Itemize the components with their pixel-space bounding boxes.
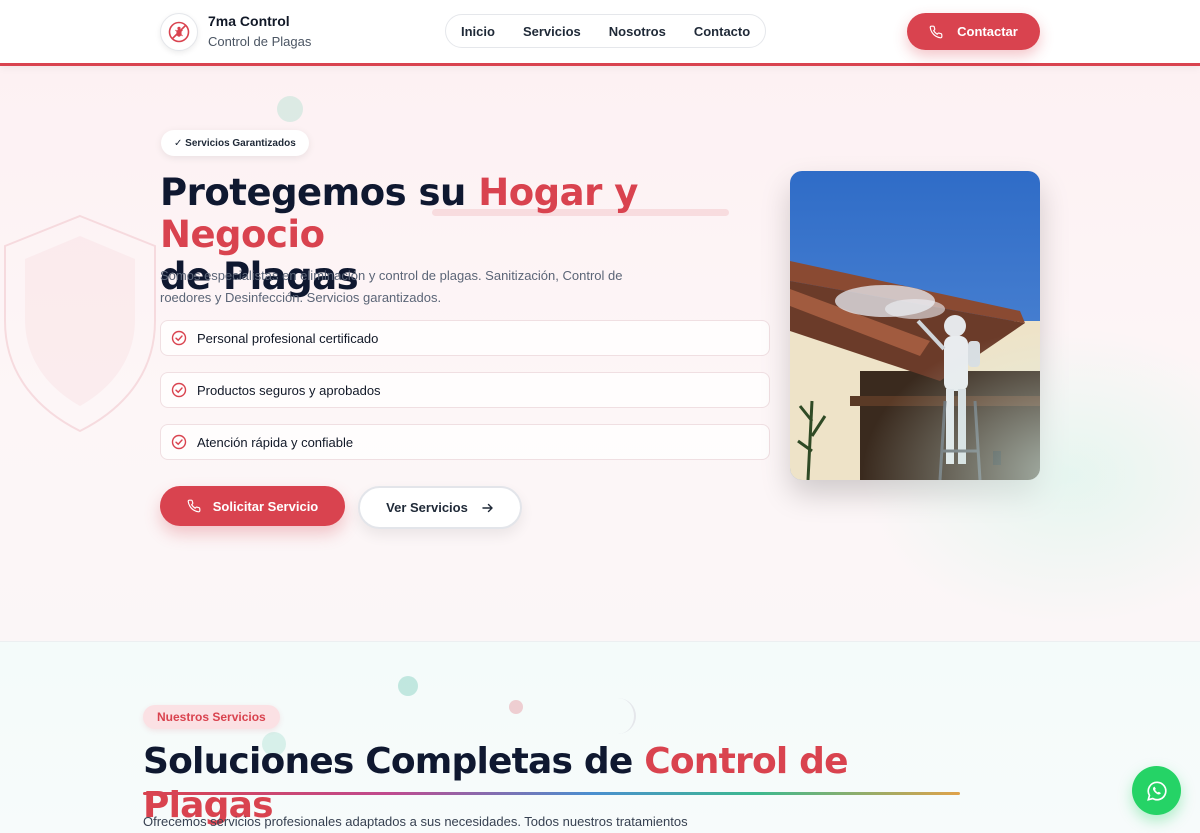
decorative-dot <box>509 700 523 714</box>
contact-button[interactable]: Contactar <box>907 13 1040 50</box>
phone-icon <box>187 499 201 513</box>
decorative-dot <box>277 96 303 122</box>
phone-icon <box>929 25 943 39</box>
view-services-label: Ver Servicios <box>386 500 468 515</box>
nav-link-servicios[interactable]: Servicios <box>523 24 581 39</box>
hero-description: Somos especialistas en eliminación y con… <box>160 268 623 305</box>
brand-title: 7ma Control <box>208 13 290 29</box>
check-circle-icon <box>171 330 187 346</box>
nav-link-inicio[interactable]: Inicio <box>461 24 495 39</box>
contact-button-label: Contactar <box>957 24 1018 39</box>
whatsapp-icon <box>1146 780 1167 801</box>
check-circle-icon <box>171 434 187 450</box>
request-service-label: Solicitar Servicio <box>212 498 319 514</box>
feature-label: Atención rápida y confiable <box>197 434 354 450</box>
nav-link-nosotros[interactable]: Nosotros <box>609 24 666 39</box>
arrow-right-icon <box>482 502 494 514</box>
request-service-button[interactable]: Solicitar Servicio <box>160 486 345 526</box>
whatsapp-button[interactable] <box>1132 766 1181 815</box>
brand-logo-link[interactable]: 7ma Control Control de Plagas <box>160 12 311 52</box>
services-section: Nuestros Servicios Soluciones Completas … <box>0 641 1200 833</box>
feature-label: Productos seguros y aprobados <box>197 382 381 398</box>
brand-subtitle: Control de Plagas <box>208 34 312 49</box>
view-services-button[interactable]: Ver Servicios <box>358 486 522 529</box>
hero-section: ✓ Servicios Garantizados Protegemos su H… <box>0 66 1200 641</box>
hero-title-part1: Protegemos su <box>160 171 479 214</box>
feature-item: Productos seguros y aprobados <box>160 372 770 408</box>
shield-icon <box>4 214 156 433</box>
check-circle-icon <box>171 382 187 398</box>
main-nav: Inicio Servicios Nosotros Contacto <box>445 14 767 48</box>
guarantee-badge: ✓ Servicios Garantizados <box>161 130 309 156</box>
services-title-underline <box>143 792 960 795</box>
hero-photo-technician <box>790 171 1040 480</box>
site-header: 7ma Control Control de Plagas Inicio Ser… <box>0 0 1200 66</box>
decorative-dot <box>398 676 418 696</box>
services-badge: Nuestros Servicios <box>143 705 280 729</box>
feature-label: Personal profesional certificado <box>197 330 379 346</box>
services-title-part1: Soluciones Completas de <box>143 741 645 782</box>
bug-crossed-icon <box>160 13 198 51</box>
decorative-ring <box>600 698 636 734</box>
feature-item: Atención rápida y confiable <box>160 424 770 460</box>
services-description: Ofrecemos servicios profesionales adapta… <box>143 814 688 829</box>
nav-link-contacto[interactable]: Contacto <box>694 24 750 39</box>
feature-item: Personal profesional certificado <box>160 320 770 356</box>
